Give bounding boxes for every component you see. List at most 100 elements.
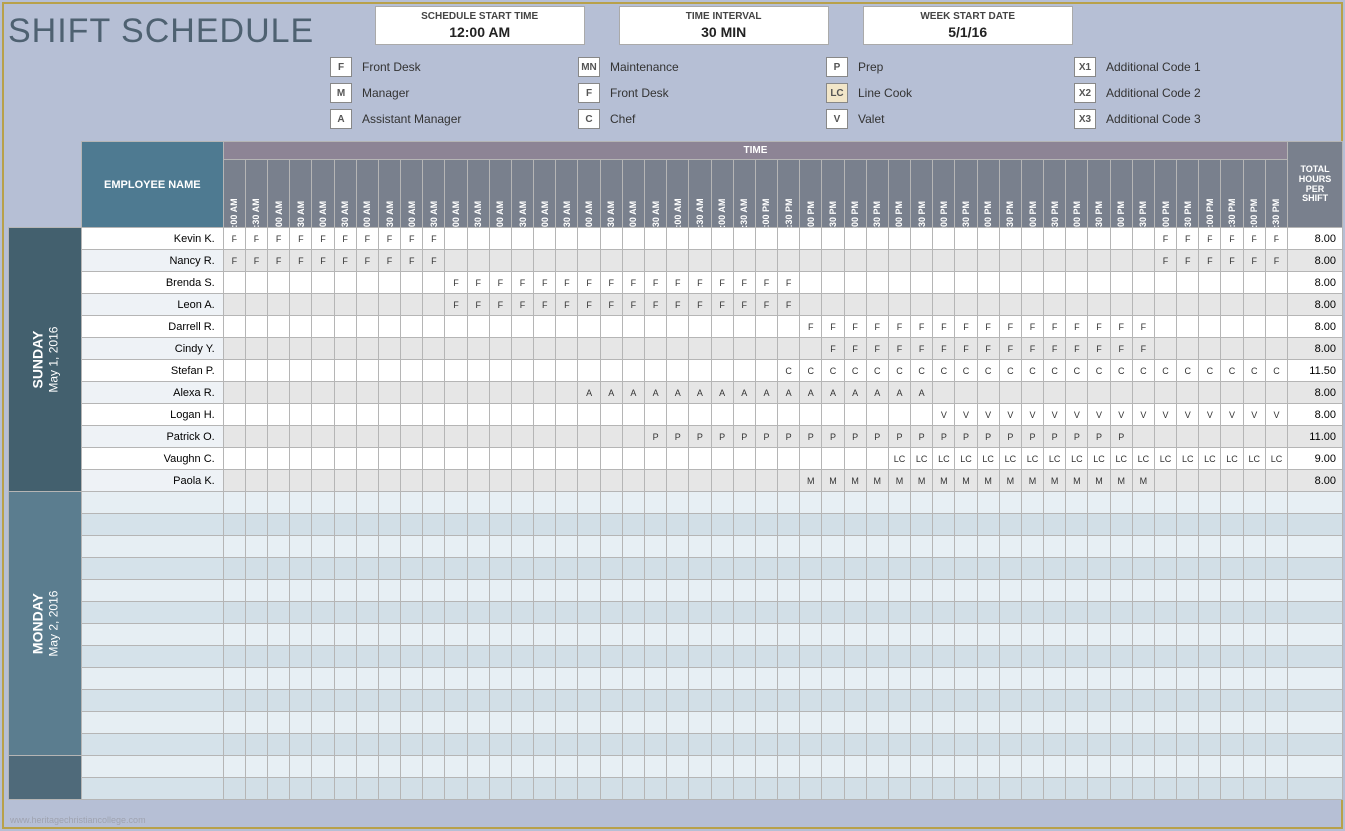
shift-cell[interactable]: [888, 646, 910, 668]
shift-cell[interactable]: [401, 492, 423, 514]
shift-cell[interactable]: [556, 250, 578, 272]
shift-cell[interactable]: [534, 756, 556, 778]
shift-cell[interactable]: [223, 580, 245, 602]
shift-cell[interactable]: [667, 734, 689, 756]
shift-cell[interactable]: [245, 294, 267, 316]
shift-cell[interactable]: [489, 338, 511, 360]
shift-cell[interactable]: [511, 492, 533, 514]
shift-cell[interactable]: [689, 536, 711, 558]
shift-cell[interactable]: [1110, 272, 1132, 294]
shift-cell[interactable]: [445, 536, 467, 558]
shift-cell[interactable]: [290, 382, 312, 404]
shift-cell[interactable]: [800, 294, 822, 316]
shift-cell[interactable]: [534, 734, 556, 756]
shift-cell[interactable]: [1221, 272, 1243, 294]
shift-cell[interactable]: [423, 404, 445, 426]
shift-cell[interactable]: [711, 690, 733, 712]
setting-interval[interactable]: TIME INTERVAL 30 MIN: [619, 6, 829, 45]
shift-cell[interactable]: [268, 756, 290, 778]
shift-cell[interactable]: [933, 536, 955, 558]
shift-cell[interactable]: F: [511, 294, 533, 316]
shift-cell[interactable]: [667, 668, 689, 690]
shift-cell[interactable]: [1044, 294, 1066, 316]
shift-cell[interactable]: [489, 602, 511, 624]
shift-cell[interactable]: [534, 646, 556, 668]
employee-name[interactable]: [81, 580, 223, 602]
shift-cell[interactable]: [445, 602, 467, 624]
shift-cell[interactable]: [290, 448, 312, 470]
shift-cell[interactable]: [578, 624, 600, 646]
shift-cell[interactable]: [977, 712, 999, 734]
shift-cell[interactable]: [1177, 734, 1199, 756]
shift-cell[interactable]: [733, 514, 755, 536]
shift-cell[interactable]: [645, 690, 667, 712]
shift-cell[interactable]: [578, 470, 600, 492]
shift-cell[interactable]: F: [578, 294, 600, 316]
shift-cell[interactable]: [1110, 536, 1132, 558]
shift-cell[interactable]: [711, 712, 733, 734]
shift-cell[interactable]: C: [888, 360, 910, 382]
shift-cell[interactable]: [667, 316, 689, 338]
shift-cell[interactable]: [445, 426, 467, 448]
shift-cell[interactable]: [600, 492, 622, 514]
shift-cell[interactable]: [245, 580, 267, 602]
shift-cell[interactable]: [423, 360, 445, 382]
shift-cell[interactable]: [534, 536, 556, 558]
employee-name[interactable]: Kevin K.: [81, 228, 223, 250]
shift-cell[interactable]: [622, 492, 644, 514]
shift-cell[interactable]: [290, 272, 312, 294]
employee-name[interactable]: [81, 492, 223, 514]
shift-cell[interactable]: LC: [955, 448, 977, 470]
shift-cell[interactable]: [534, 470, 556, 492]
shift-cell[interactable]: [556, 536, 578, 558]
shift-cell[interactable]: [933, 646, 955, 668]
shift-cell[interactable]: [1110, 580, 1132, 602]
shift-cell[interactable]: [645, 778, 667, 800]
shift-cell[interactable]: [1044, 382, 1066, 404]
shift-cell[interactable]: [1132, 492, 1154, 514]
shift-cell[interactable]: [312, 294, 334, 316]
shift-cell[interactable]: V: [1154, 404, 1176, 426]
shift-cell[interactable]: [534, 558, 556, 580]
shift-cell[interactable]: [312, 536, 334, 558]
shift-cell[interactable]: LC: [1110, 448, 1132, 470]
shift-cell[interactable]: [245, 756, 267, 778]
shift-cell[interactable]: [800, 514, 822, 536]
shift-cell[interactable]: [755, 756, 777, 778]
shift-cell[interactable]: [356, 602, 378, 624]
shift-cell[interactable]: [334, 382, 356, 404]
shift-cell[interactable]: [578, 734, 600, 756]
shift-cell[interactable]: [556, 558, 578, 580]
shift-cell[interactable]: V: [933, 404, 955, 426]
shift-cell[interactable]: [866, 294, 888, 316]
shift-cell[interactable]: [1110, 690, 1132, 712]
shift-cell[interactable]: [534, 426, 556, 448]
shift-cell[interactable]: [334, 536, 356, 558]
shift-cell[interactable]: [800, 338, 822, 360]
shift-cell[interactable]: [999, 734, 1021, 756]
shift-cell[interactable]: [401, 338, 423, 360]
shift-cell[interactable]: [556, 492, 578, 514]
shift-cell[interactable]: [1265, 470, 1287, 492]
shift-cell[interactable]: [334, 360, 356, 382]
shift-cell[interactable]: [423, 426, 445, 448]
shift-cell[interactable]: F: [312, 250, 334, 272]
shift-cell[interactable]: [423, 448, 445, 470]
shift-cell[interactable]: [401, 360, 423, 382]
shift-cell[interactable]: [1154, 514, 1176, 536]
shift-cell[interactable]: F: [822, 338, 844, 360]
shift-cell[interactable]: [733, 756, 755, 778]
shift-cell[interactable]: [822, 294, 844, 316]
shift-cell[interactable]: [778, 492, 800, 514]
shift-cell[interactable]: [844, 646, 866, 668]
shift-cell[interactable]: V: [999, 404, 1021, 426]
shift-cell[interactable]: [844, 250, 866, 272]
shift-cell[interactable]: C: [1199, 360, 1221, 382]
shift-cell[interactable]: A: [689, 382, 711, 404]
shift-cell[interactable]: [578, 448, 600, 470]
shift-cell[interactable]: [578, 646, 600, 668]
shift-cell[interactable]: [378, 404, 400, 426]
shift-cell[interactable]: [268, 448, 290, 470]
shift-cell[interactable]: [1177, 382, 1199, 404]
shift-cell[interactable]: F: [844, 338, 866, 360]
